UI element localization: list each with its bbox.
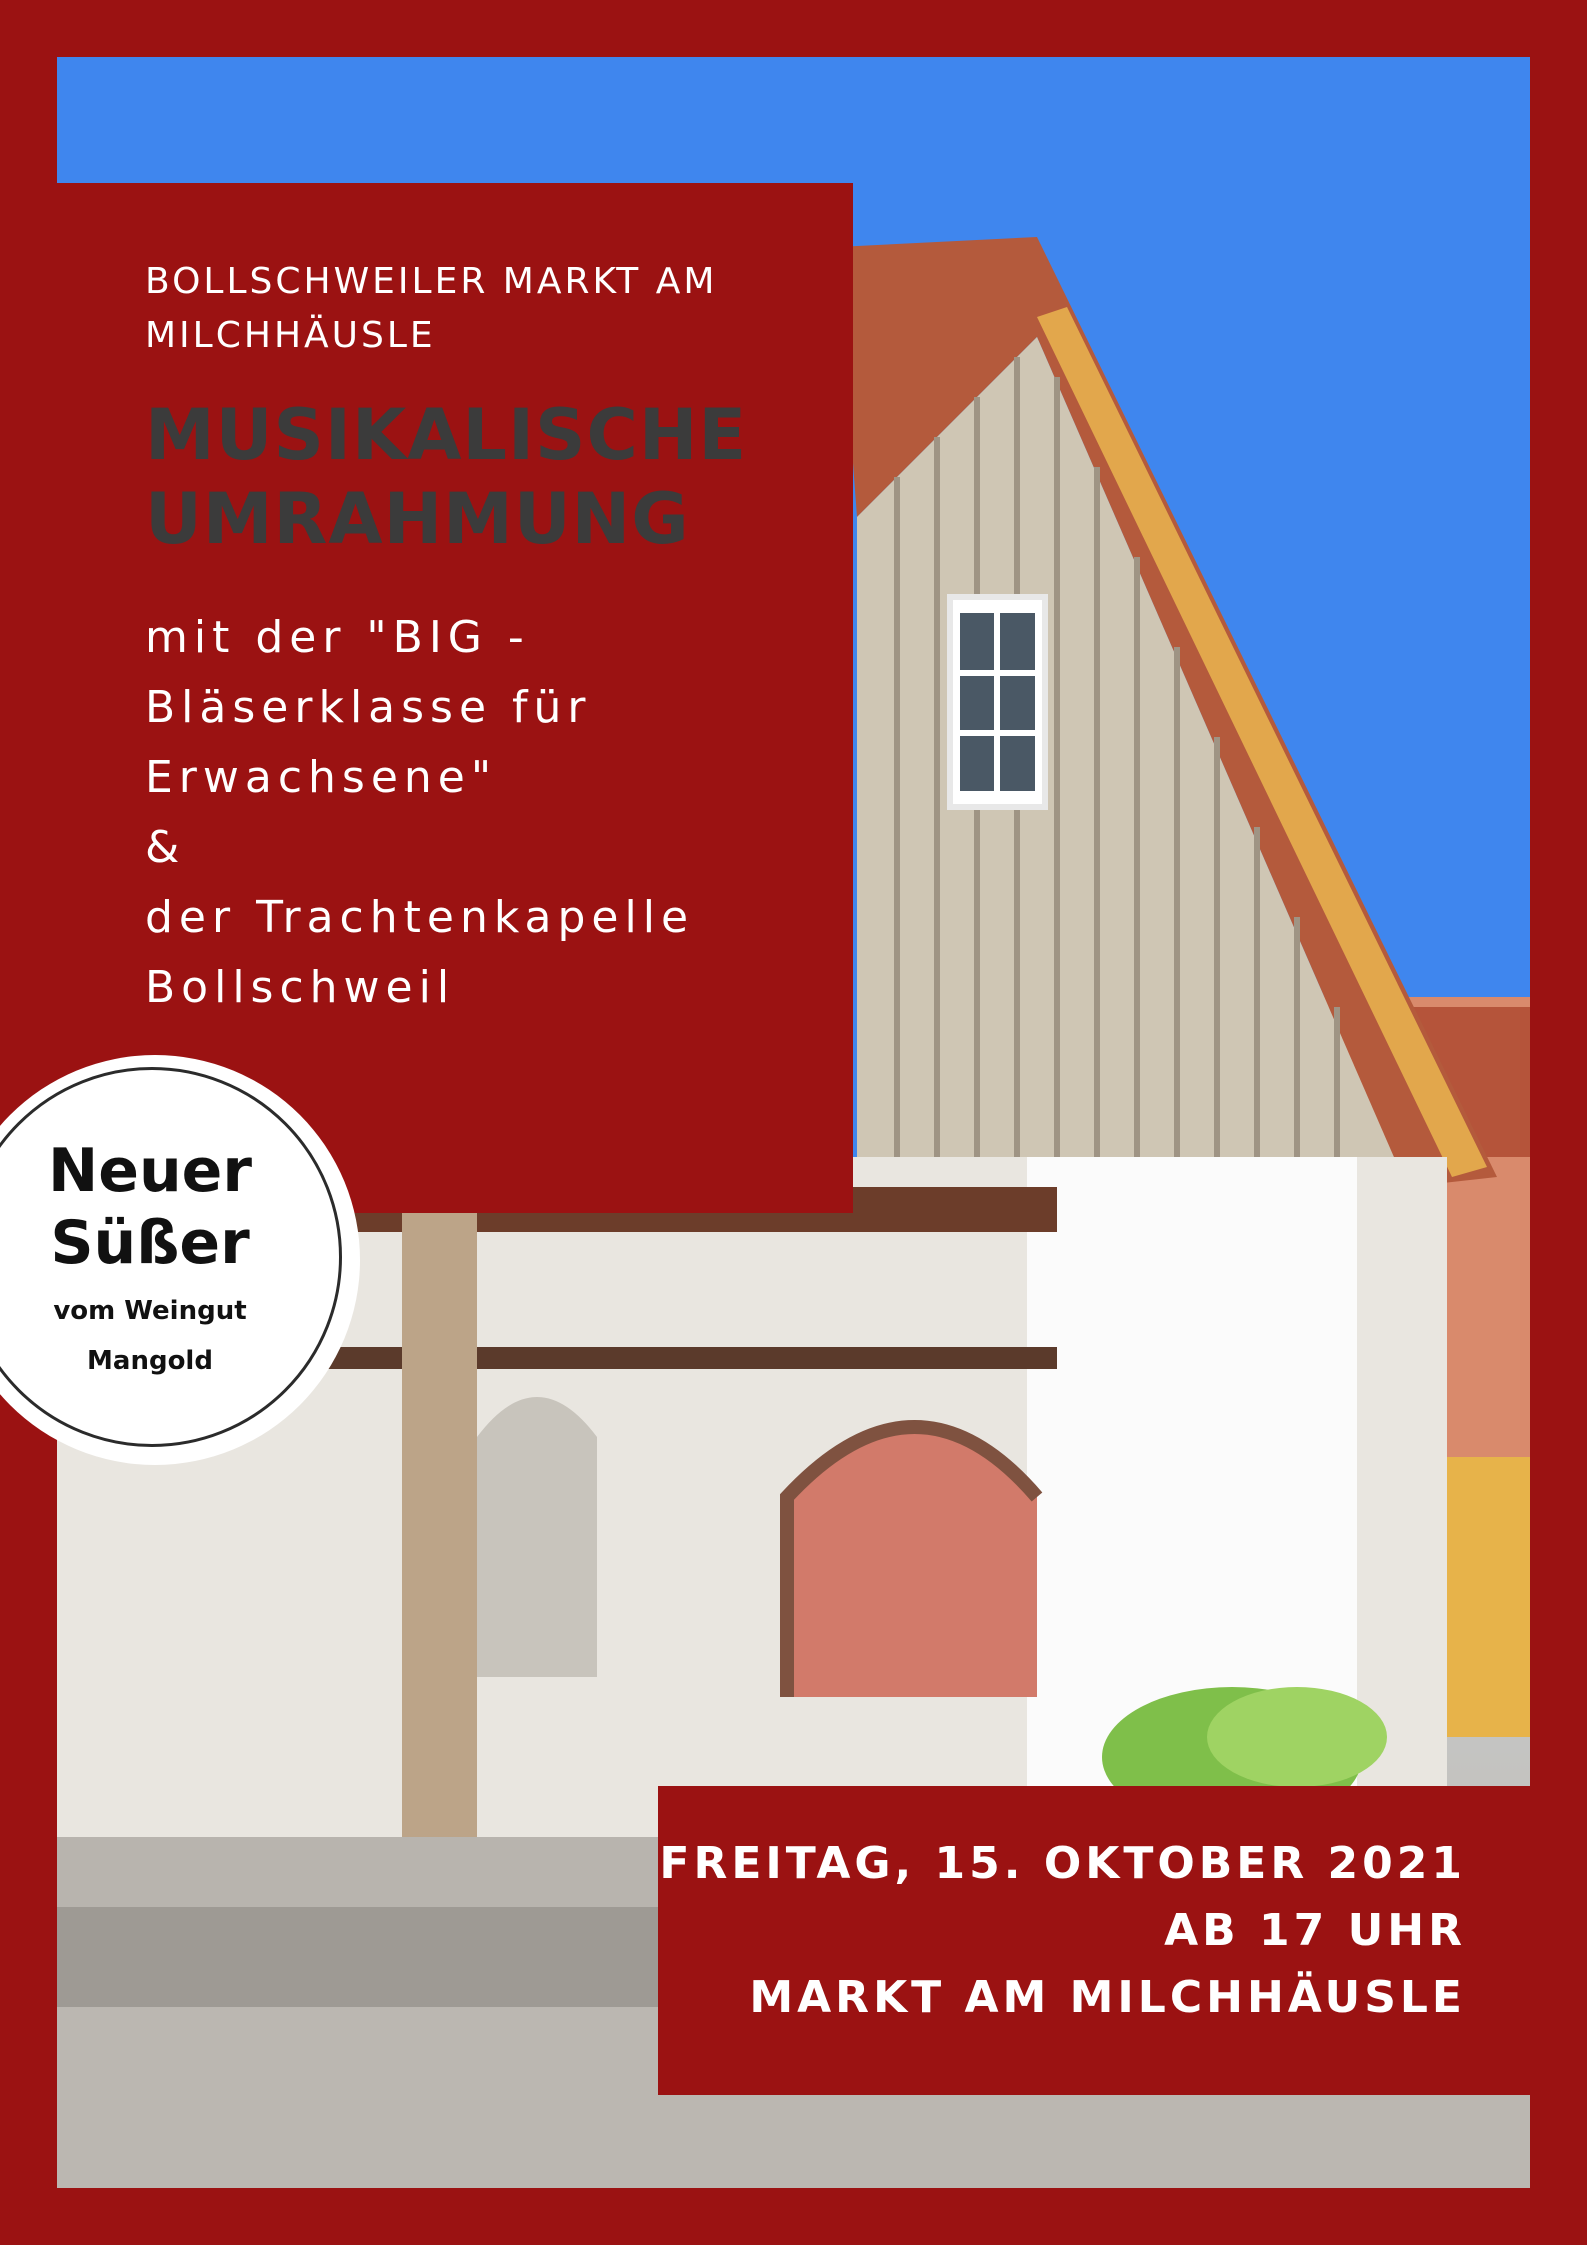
badge-line-4: Mangold [87,1346,213,1376]
badge-line-2: Süßer [50,1208,250,1278]
headline-line-2: UMRAHMUNG [145,478,690,560]
event-place: MARKT AM MILCHHÄUSLE [749,1972,1466,2023]
performers-line-5: der Trachtenkapelle [145,892,695,943]
badge-text: Neuer Süßer vom Weingut Mangold [0,1135,300,1379]
performers-line-6: Bollschweil [145,962,456,1013]
event-kicker: BOLLSCHWEILER MARKT AM MILCHHÄUSLE [145,261,718,356]
performers-line-1: mit der "BIG - [145,612,530,663]
badge-line-1: Neuer [48,1136,252,1206]
event-date: FREITAG, 15. OKTOBER 2021 [659,1838,1466,1889]
event-details: FREITAG, 15. OKTOBER 2021 AB 17 UHR MARK… [659,1830,1466,2031]
headline: MUSIKALISCHE UMRAHMUNG [145,393,845,561]
performers-line-4: & [145,822,186,873]
badge-line-3: vom Weingut [53,1296,247,1326]
event-time: AB 17 UHR [1164,1905,1466,1956]
performers-line-3: Erwachsene" [145,752,498,803]
headline-line-1: MUSIKALISCHE [145,394,748,476]
performers-line-2: Bläserklasse für [145,682,592,733]
performers-text: mit der "BIG - Bläserklasse für Erwachse… [145,603,845,1023]
date-panel: FREITAG, 15. OKTOBER 2021 AB 17 UHR MARK… [658,1786,1530,2095]
